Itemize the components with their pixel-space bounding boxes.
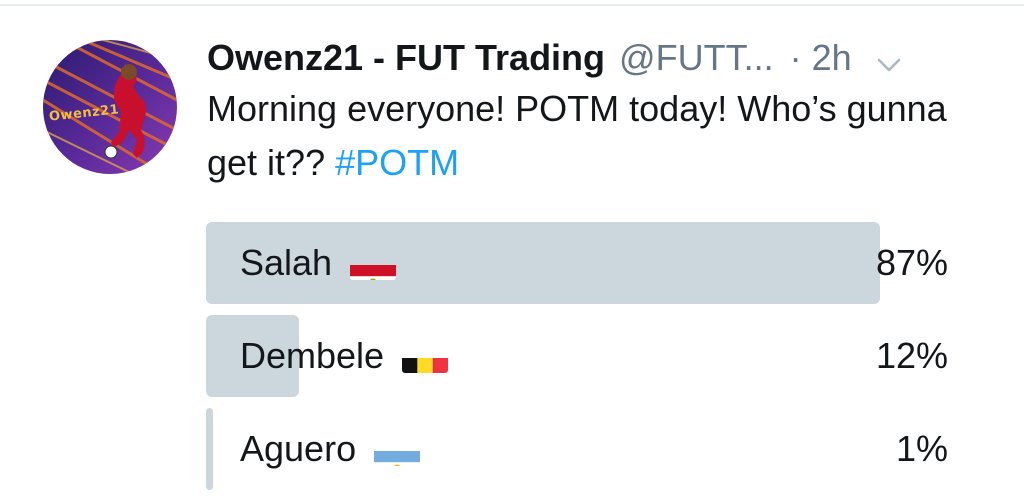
poll-option: Salah 87% — [206, 222, 948, 304]
poll-option: Dembele 12% — [206, 315, 948, 397]
tweet-text-body: Morning everyone! POTM today! Who’s gunn… — [207, 88, 947, 183]
argentina-flag-icon — [374, 432, 421, 466]
poll-option-percent: 87% — [875, 242, 948, 283]
belgium-flag-icon — [402, 339, 449, 373]
hashtag-link[interactable]: #POTM — [335, 142, 459, 183]
egypt-flag-icon — [350, 246, 397, 280]
tweet-text: Morning everyone! POTM today! Who’s gunn… — [207, 82, 997, 190]
poll: Salah 87% Dembele 12% Aguero 1% — [206, 222, 948, 501]
tweet-body: Owenz21 - FUT Trading @FUTT... · 2h Morn… — [207, 34, 997, 190]
chevron-down-icon[interactable] — [874, 43, 904, 73]
top-divider — [0, 4, 1024, 6]
tweet-timestamp[interactable]: · 2h — [790, 34, 852, 82]
tweet-header: Owenz21 - FUT Trading @FUTT... · 2h — [207, 34, 997, 82]
poll-option: Aguero 1% — [206, 408, 948, 490]
poll-option-percent: 12% — [875, 335, 948, 376]
poll-option-label: Salah — [240, 222, 397, 304]
tweet-screen: Owenz21 Owenz21 - FUT Trading @FUTT... ·… — [0, 0, 1024, 503]
poll-bar — [206, 408, 213, 490]
avatar[interactable]: Owenz21 — [43, 40, 177, 174]
poll-option-name: Dembele — [240, 335, 385, 376]
poll-option-label: Dembele — [240, 315, 449, 397]
user-handle[interactable]: @FUTT... — [619, 34, 774, 82]
display-name[interactable]: Owenz21 - FUT Trading — [207, 34, 605, 82]
poll-option-label: Aguero — [240, 408, 421, 490]
poll-option-name: Salah — [240, 242, 333, 283]
poll-option-percent: 1% — [895, 428, 948, 469]
poll-option-name: Aguero — [240, 428, 357, 469]
